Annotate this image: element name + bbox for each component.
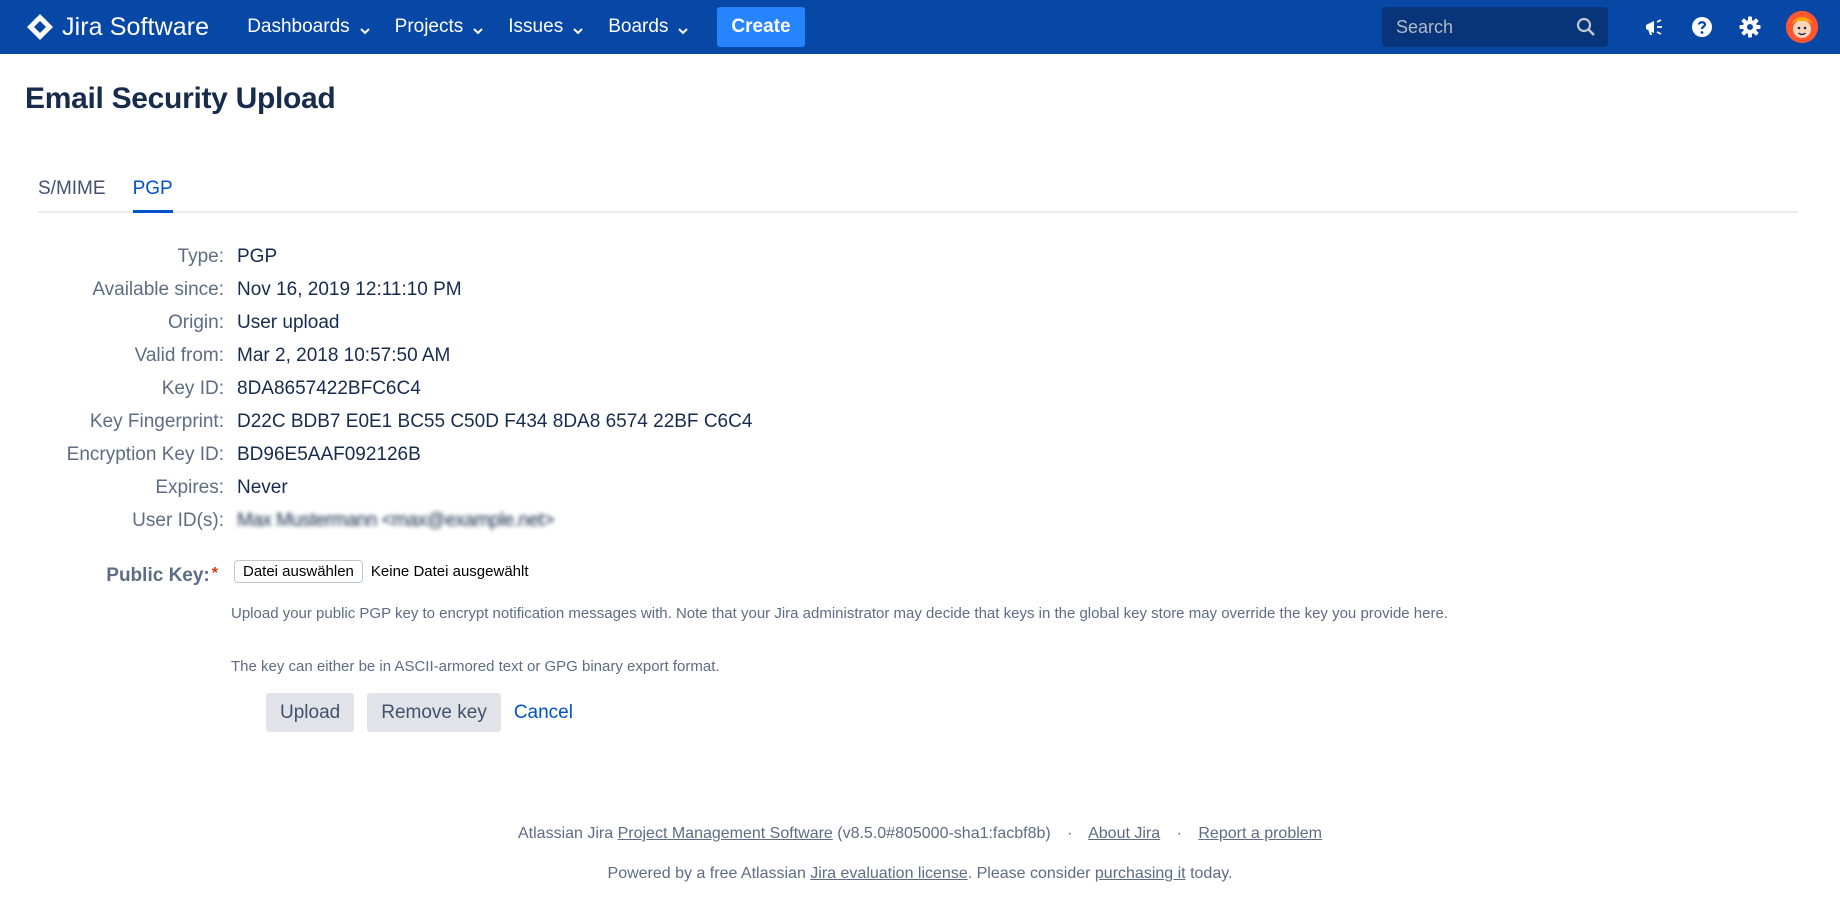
public-key-label: Public Key: * bbox=[0, 565, 218, 587]
detail-row-available-since: Available since: Nov 16, 2019 12:11:10 P… bbox=[0, 273, 752, 306]
footer-product-prefix: Atlassian Jira bbox=[518, 825, 618, 842]
detail-value: PGP bbox=[237, 245, 278, 267]
nav-issues[interactable]: Issues bbox=[496, 0, 596, 54]
footer-license-link[interactable]: Jira evaluation license bbox=[810, 865, 967, 882]
footer-powered-suffix: today. bbox=[1185, 865, 1233, 882]
chevron-down-icon bbox=[472, 21, 484, 35]
detail-value: BD96E5AAF092126B bbox=[237, 443, 421, 465]
footer-version: (v8.5.0#805000-sha1:facbf8b) bbox=[832, 825, 1051, 842]
remove-key-button[interactable]: Remove key bbox=[367, 693, 501, 732]
footer-separator: · bbox=[1176, 825, 1182, 842]
help-icon[interactable] bbox=[1689, 14, 1715, 40]
detail-value: Never bbox=[237, 476, 288, 498]
chevron-down-icon bbox=[359, 21, 371, 35]
detail-value: Nov 16, 2019 12:11:10 PM bbox=[237, 278, 462, 300]
help-text-upload: Upload your public PGP key to encrypt no… bbox=[231, 605, 1448, 622]
search-box bbox=[1382, 7, 1608, 47]
nav-projects[interactable]: Projects bbox=[383, 0, 497, 54]
detail-label: User ID(s): bbox=[132, 509, 224, 531]
nav-dashboards[interactable]: Dashboards bbox=[235, 0, 382, 54]
required-marker: * bbox=[211, 565, 218, 582]
nav-projects-label: Projects bbox=[394, 16, 464, 37]
nav-dashboards-label: Dashboards bbox=[247, 16, 350, 37]
tab-pgp[interactable]: PGP bbox=[132, 178, 173, 213]
nav-boards[interactable]: Boards bbox=[596, 0, 701, 54]
choose-file-button[interactable]: Datei auswählen bbox=[234, 559, 363, 583]
upload-button[interactable]: Upload bbox=[266, 693, 355, 732]
footer-separator: · bbox=[1067, 825, 1073, 842]
footer-report-link[interactable]: Report a problem bbox=[1198, 825, 1322, 842]
footer-line-2: Powered by a free Atlassian Jira evaluat… bbox=[0, 865, 1840, 883]
detail-row-encryption-key-id: Encryption Key ID: BD96E5AAF092126B bbox=[0, 438, 752, 471]
nav-issues-label: Issues bbox=[508, 16, 564, 37]
help-text-format: The key can either be in ASCII-armored t… bbox=[231, 658, 720, 675]
user-avatar[interactable] bbox=[1786, 11, 1818, 43]
detail-value: D22C BDB7 E0E1 BC55 C50D F434 8DA8 6574 … bbox=[237, 410, 753, 432]
detail-row-key-fingerprint: Key Fingerprint: D22C BDB7 E0E1 BC55 C50… bbox=[0, 405, 753, 438]
detail-label: Key ID: bbox=[161, 377, 224, 399]
search-input[interactable] bbox=[1394, 15, 1576, 39]
top-right-tools bbox=[1382, 0, 1840, 54]
detail-label: Valid from: bbox=[134, 344, 224, 366]
chevron-down-icon bbox=[677, 21, 689, 35]
detail-label: Expires: bbox=[155, 476, 224, 498]
top-navigation-bar: Jira Software Dashboards Projects Issues… bbox=[0, 0, 1840, 54]
chevron-down-icon bbox=[572, 21, 584, 35]
detail-row-valid-from: Valid from: Mar 2, 2018 10:57:50 AM bbox=[0, 339, 752, 372]
detail-row-key-id: Key ID: 8DA8657422BFC6C4 bbox=[0, 372, 752, 405]
create-button[interactable]: Create bbox=[717, 7, 805, 47]
detail-value: User upload bbox=[237, 311, 340, 333]
detail-label: Available since: bbox=[92, 278, 224, 300]
detail-label: Type: bbox=[177, 245, 224, 267]
detail-label: Encryption Key ID: bbox=[66, 443, 224, 465]
key-details: Type: PGP Available since: Nov 16, 2019 … bbox=[0, 240, 753, 537]
brand-name: Jira Software bbox=[62, 12, 210, 41]
footer-pm-software-link[interactable]: Project Management Software bbox=[618, 825, 833, 842]
jira-logo-icon bbox=[26, 13, 54, 41]
page-title: Email Security Upload bbox=[25, 82, 336, 115]
jira-logo-link[interactable]: Jira Software bbox=[26, 13, 209, 42]
gear-icon[interactable] bbox=[1737, 14, 1763, 40]
detail-label: Origin: bbox=[168, 311, 224, 333]
main-nav: Dashboards Projects Issues Boards Create bbox=[235, 0, 805, 54]
public-key-label-text: Public Key: bbox=[106, 565, 210, 586]
detail-value: 8DA8657422BFC6C4 bbox=[237, 377, 421, 399]
footer-purchase-link[interactable]: purchasing it bbox=[1095, 865, 1186, 882]
footer-about-link[interactable]: About Jira bbox=[1088, 825, 1160, 842]
user-id-value-redacted: Max Mustermann <max@example.net> bbox=[237, 509, 554, 531]
megaphone-icon[interactable] bbox=[1641, 14, 1667, 40]
form-actions: Upload Remove key Cancel bbox=[266, 693, 573, 732]
detail-row-expires: Expires: Never bbox=[0, 471, 752, 504]
tab-smime[interactable]: S/MIME bbox=[38, 178, 106, 213]
nav-boards-label: Boards bbox=[608, 16, 669, 37]
public-key-field: Public Key: * Datei auswählen Keine Datei… bbox=[0, 559, 529, 587]
tab-bar: S/MIME PGP bbox=[38, 178, 1798, 213]
file-status: Keine Datei ausgewählt bbox=[370, 562, 529, 580]
detail-value: Mar 2, 2018 10:57:50 AM bbox=[237, 344, 451, 366]
search-icon[interactable] bbox=[1576, 17, 1596, 37]
detail-row-type: Type: PGP bbox=[0, 240, 752, 273]
file-picker: Datei auswählen Keine Datei ausgewählt bbox=[234, 559, 529, 583]
cancel-link[interactable]: Cancel bbox=[514, 702, 573, 724]
footer-powered-mid: . Please consider bbox=[967, 865, 1095, 882]
footer-line-1: Atlassian Jira Project Management Softwa… bbox=[0, 825, 1840, 843]
detail-row-user-ids: User ID(s): Max Mustermann <max@example.… bbox=[0, 504, 752, 537]
footer-powered-prefix: Powered by a free Atlassian bbox=[607, 865, 811, 882]
detail-row-origin: Origin: User upload bbox=[0, 306, 752, 339]
detail-label: Key Fingerprint: bbox=[89, 410, 224, 432]
